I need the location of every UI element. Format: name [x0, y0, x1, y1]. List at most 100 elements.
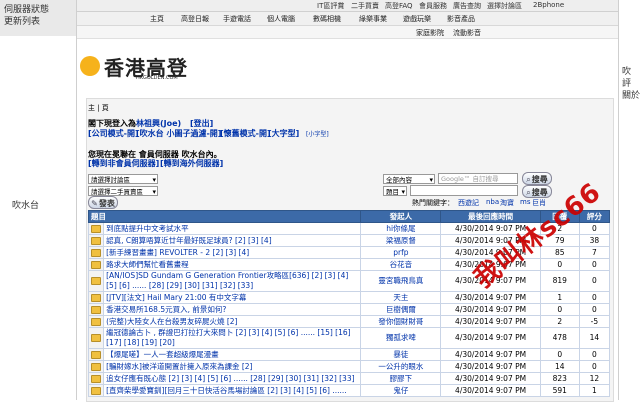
folder-icon — [91, 363, 102, 371]
table-row[interactable]: 香港交易所168.5元買入, 前景如何? 巨樹偶爾 4/30/2014 9:07 P… — [87, 303, 611, 316]
update-list-link[interactable]: 更新列表 — [4, 14, 40, 27]
topic-title[interactable]: [AN/IOS]SD Gundam G Generation Frontier攻… — [106, 272, 348, 291]
topic-title-cell: [直齊柴學愛寶釧][回月三十日快活谷馬場討論區 [2] [3] [4] [5] … — [103, 384, 362, 397]
logo-sun-icon — [80, 56, 100, 76]
right-item-about[interactable]: 關於 — [622, 88, 640, 101]
table-row[interactable]: [JTV][法文] Hail Mary 21:00 有中文字幕 天主 4/30/20… — [87, 291, 611, 304]
top-link-member[interactable]: 會員服務 — [419, 1, 447, 11]
topic-replies-cell: 478 — [539, 327, 580, 349]
topic-title[interactable]: 追女仔應有既心態 [2] [3] [4] [5] [6] ...... [28]… — [106, 374, 354, 383]
table-row[interactable]: [AN/IOS]SD Gundam G Generation Frontier攻… — [87, 270, 611, 292]
top-link-select-forum[interactable]: 選擇討論區 — [487, 1, 522, 11]
top-link-2bphone[interactable]: 2Bphone — [533, 1, 564, 9]
folder-icon — [91, 387, 102, 395]
top-link-ads[interactable]: 廣告查詢 — [453, 1, 481, 11]
overseas-server-link[interactable]: [轉到海外伺服器] — [160, 158, 223, 169]
topic-author[interactable]: 暴徒 — [393, 350, 408, 359]
large-font-link[interactable]: [大字型] — [268, 128, 299, 139]
logo-subtext: HKGOLDEN.COM — [136, 75, 178, 81]
topic-score-cell: 1 — [578, 384, 611, 397]
table-row[interactable]: 繼冠德論古卜 , 群證巴打拉打大來問卜 [2] [3] [4] [5] [6] … — [87, 327, 611, 349]
table-row[interactable]: [直齊柴學愛寶釧][回月三十日快活谷馬場討論區 [2] [3] [4] [5] … — [87, 384, 611, 397]
topic-author[interactable]: 谷花音 — [390, 260, 413, 269]
topic-title[interactable]: 香港交易所168.5元買入, 前景如何? — [106, 305, 226, 314]
topic-last-reply: 4/30/2014 9:07 PM — [455, 305, 527, 314]
top-link-faq[interactable]: 高登FAQ — [385, 1, 413, 11]
nav-av[interactable]: 影音產品 — [447, 14, 475, 24]
non-member-server-link[interactable]: [轉到非會員伺服器] — [88, 158, 159, 169]
search-placeholder: Google™ 自訂搜尋 — [441, 175, 499, 183]
title-search-button[interactable]: ⌕搜尋 — [522, 185, 552, 198]
nav-business[interactable]: 綠樂事業 — [359, 14, 387, 24]
topic-title[interactable]: 到底點提升中文考試水平 — [106, 224, 189, 233]
topic-title[interactable]: [直齊柴學愛寶釧][回月三十日快活谷馬場討論區 [2] [3] [4] [5] … — [106, 386, 347, 395]
topic-title[interactable]: 路求大師們幫忙看舊畫程 — [106, 260, 189, 269]
topic-author[interactable]: 膠膠下 — [390, 374, 413, 383]
topic-author[interactable]: 一公升的眼水 — [378, 362, 423, 371]
topic-score: 0 — [591, 260, 597, 269]
topic-title[interactable]: [新手練習畫畫] REVOLTER - 2 [2] [3] [4] — [106, 248, 249, 257]
topic-title[interactable]: 繼冠德論古卜 , 群證巴打拉打大來問卜 [2] [3] [4] [5] [6] … — [106, 329, 350, 348]
topic-author[interactable]: 靈宮職飛鳥真 — [378, 276, 423, 285]
topic-score: 0 — [591, 224, 597, 233]
site-logo[interactable]: 香港高登 HKGOLDEN.COM — [80, 50, 190, 82]
topic-title-cell: 【爆尾嗟】一人一套超級爆尾漫畫 — [103, 348, 362, 361]
nav-daily[interactable]: 高登日報 — [181, 14, 209, 24]
topic-author[interactable]: 發你個財財哥 — [378, 317, 423, 326]
hot-keyword-2[interactable]: nba — [486, 198, 499, 206]
table-row[interactable]: 追女仔應有既心態 [2] [3] [4] [5] [6] ...... [28]… — [87, 372, 611, 385]
topic-author[interactable]: prfp — [393, 248, 408, 257]
company-mode-link[interactable]: [公司模式-開] — [88, 128, 139, 139]
folder-cell — [87, 270, 105, 292]
nav-home[interactable]: 主頁 — [150, 14, 164, 24]
topic-score-cell: 0 — [578, 360, 611, 373]
subnav-mobile-av[interactable]: 流動影音 — [453, 28, 481, 38]
image-filter-link[interactable]: [吹水台 小圖子過濾-開] — [136, 128, 221, 139]
search-input[interactable]: Google™ 自訂搜尋 — [438, 173, 518, 184]
topic-last-reply: 4/30/2014 9:07 PM — [455, 317, 527, 326]
hot-keyword-3[interactable]: 淘寶 — [500, 198, 514, 208]
topic-author[interactable]: hi你條尾 — [386, 224, 415, 233]
topic-score-cell: 0 — [578, 291, 611, 304]
nav-games[interactable]: 遊戲玩樂 — [403, 14, 431, 24]
col-header-author[interactable]: 發起人 — [360, 210, 442, 223]
topic-title[interactable]: (完整)大陸女人在台殺男友碎屍火燒 [2] — [106, 317, 237, 326]
topic-author[interactable]: 獨孤求啤 — [386, 333, 416, 342]
topic-title[interactable]: [騙財嫁水]被洋道開置計擁入原來為課金 [2] — [106, 362, 252, 371]
title-search-input[interactable] — [410, 185, 518, 196]
hot-keyword-4[interactable]: ms — [520, 198, 530, 206]
nav-mobile[interactable]: 手遊電話 — [223, 14, 251, 24]
topic-author[interactable]: 天主 — [393, 293, 408, 302]
topic-title[interactable]: 【爆尾嗟】一人一套超級爆尾漫畫 — [106, 350, 219, 359]
trade-select[interactable]: 請選擇二手買賣區 — [88, 186, 158, 197]
hot-keyword-1[interactable]: 西遊記 — [458, 198, 479, 208]
top-link-it-review[interactable]: IT區評賞 — [317, 1, 344, 11]
retro-mode-link[interactable]: [懷舊模式-開] — [220, 128, 271, 139]
table-row[interactable]: 【爆尾嗟】一人一套超級爆尾漫畫 暴徒 4/30/2014 9:07 PM 0 0 — [87, 348, 611, 361]
table-row[interactable]: [騙財嫁水]被洋道開置計擁入原來為課金 [2] 一公升的眼水 4/30/2014 9… — [87, 360, 611, 373]
topic-author[interactable]: 巨樹偶爾 — [386, 305, 416, 314]
topic-title[interactable]: 認真, C朗算唔算近廿年最好既足球員? [2] [3] [4] — [106, 236, 272, 245]
nav-pc[interactable]: 個人電腦 — [267, 14, 295, 24]
topic-author[interactable]: 梁福原督 — [386, 236, 416, 245]
small-font-link[interactable]: [小字型] — [306, 129, 329, 138]
topic-author[interactable]: 鬼仔 — [393, 386, 408, 395]
top-link-second-hand[interactable]: 二手買賣 — [351, 1, 379, 11]
left-forum-label[interactable]: 吹水台 — [12, 198, 39, 211]
table-row[interactable]: (完整)大陸女人在台殺男友碎屍火燒 [2] 發你個財財哥 4/30/2014 9:0… — [87, 315, 611, 328]
nav-camera[interactable]: 數碼相機 — [313, 14, 341, 24]
folder-icon — [91, 306, 102, 314]
search-field-select[interactable]: 題目 — [383, 186, 407, 197]
topic-score: 0 — [591, 293, 597, 302]
topic-replies: 85 — [554, 248, 565, 257]
forum-select[interactable]: 請選擇討論區 — [88, 174, 158, 185]
content-type-select[interactable]: 全部內容 — [383, 174, 435, 185]
folder-cell — [87, 327, 105, 349]
col-header-title[interactable]: 題目 — [87, 210, 362, 223]
topic-replies: 14 — [554, 362, 565, 371]
subnav-home-theatre[interactable]: 家庭影院 — [416, 28, 444, 38]
search-button[interactable]: ⌕搜尋 — [522, 172, 552, 185]
new-post-button[interactable]: ✎發表 — [88, 196, 118, 209]
topic-title[interactable]: [JTV][法文] Hail Mary 21:00 有中文字幕 — [106, 293, 246, 302]
topic-score-cell: 0 — [578, 270, 611, 292]
